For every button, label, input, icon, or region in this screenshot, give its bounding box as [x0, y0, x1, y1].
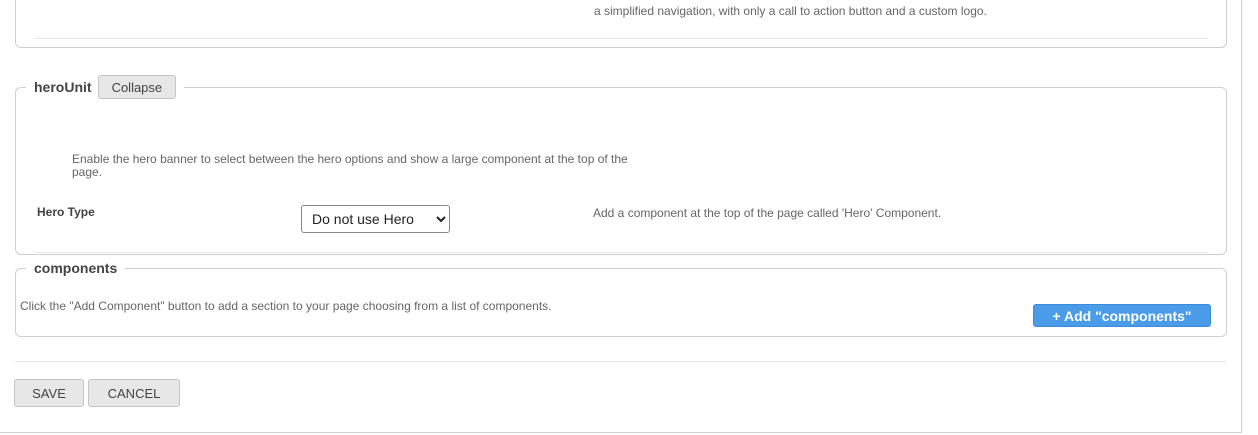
components-description: Click the "Add Component" button to add … [20, 299, 552, 313]
cancel-button[interactable]: CANCEL [88, 379, 180, 407]
navigation-description: a simplified navigation, with only a cal… [594, 4, 987, 18]
hero-unit-title: heroUnit [34, 79, 92, 95]
hero-type-help: Add a component at the top of the page c… [593, 206, 942, 220]
hero-unit-section: heroUnit Collapse Enable the hero banner… [15, 75, 1227, 255]
divider [34, 38, 1208, 39]
divider [34, 252, 1208, 253]
hero-unit-legend: heroUnit Collapse [26, 75, 184, 99]
hero-type-label: Hero Type [37, 205, 95, 219]
form-container: a simplified navigation, with only a cal… [0, 0, 1242, 433]
save-button[interactable]: SAVE [14, 379, 84, 407]
add-components-button[interactable]: + Add "components" [1033, 304, 1211, 327]
collapse-button[interactable]: Collapse [97, 75, 177, 99]
navigation-section: a simplified navigation, with only a cal… [15, 0, 1227, 48]
hero-unit-description: Enable the hero banner to select between… [72, 152, 628, 179]
footer-divider [15, 361, 1227, 362]
components-section: components Click the "Add Component" but… [15, 260, 1227, 337]
hero-type-select[interactable]: Do not use Hero [301, 205, 450, 233]
components-legend: components [34, 260, 118, 276]
